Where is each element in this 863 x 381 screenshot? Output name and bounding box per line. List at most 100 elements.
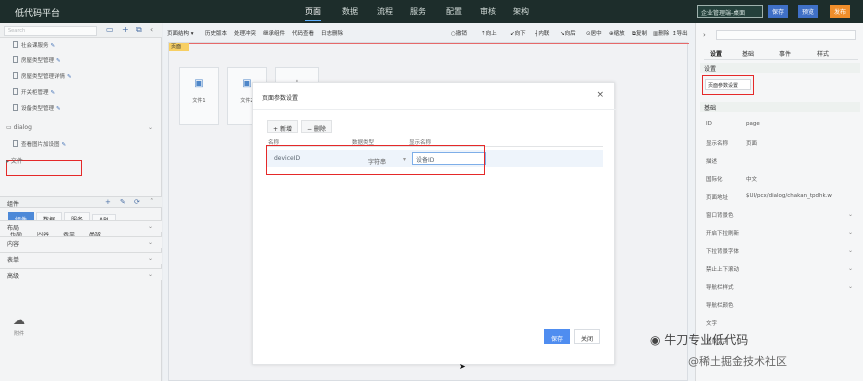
- settings-section[interactable]: 设置: [700, 63, 860, 73]
- prop-label: 文字: [706, 321, 718, 327]
- app-title: 低代码平台: [15, 9, 61, 19]
- dialog-footer: 保存 关闭: [540, 329, 600, 344]
- toolbar-back[interactable]: ↘向后: [560, 29, 576, 37]
- toolbar-delete[interactable]: ▥删除: [653, 29, 669, 37]
- toolbar-up[interactable]: ⇡向上: [481, 29, 497, 37]
- chevron-right-icon[interactable]: ›: [703, 31, 706, 39]
- prop-label: 窗口背景色: [706, 213, 734, 219]
- chevron-down-icon[interactable]: ⌄: [148, 124, 153, 131]
- close-button[interactable]: 关闭: [574, 329, 600, 344]
- tree-item[interactable]: 设备类型管理 ✎: [13, 104, 61, 115]
- right-panel: › 设置 基础 事件 样式 设置 页面参数设置 基础 ID page 显示名称 页面描…: [695, 23, 863, 381]
- refresh-icon[interactable]: ⟳: [134, 198, 140, 206]
- tab-settings[interactable]: 设置: [710, 49, 722, 58]
- plus-icon: +: [273, 126, 280, 133]
- file-icon: [13, 41, 18, 48]
- section-form[interactable]: 表单 ⌄: [0, 252, 162, 264]
- nav-process[interactable]: 流程: [377, 6, 393, 17]
- tree-item-selected[interactable]: 查看图片加设图 ✎: [13, 140, 66, 151]
- toolbar-center[interactable]: ⊙居中: [586, 29, 602, 37]
- add-button[interactable]: + 新增: [267, 120, 298, 133]
- tab-style[interactable]: 样式: [817, 49, 829, 58]
- page-tag: 页面: [169, 43, 189, 51]
- tab-base[interactable]: 基础: [742, 49, 754, 58]
- page-params-dialog: 页面参数设置 × + 新增 − 删除 名称 数据类型 显示名称 deviceID …: [252, 82, 616, 365]
- edit-icon[interactable]: ✎: [67, 74, 72, 80]
- prop-label: 页面地址: [706, 195, 729, 201]
- close-icon[interactable]: ×: [596, 90, 604, 100]
- prop-label: 导航栏颜色: [706, 303, 734, 309]
- designer-area: 页面结构 ▾ 历史版本 处理冲突 继承组件 代码查看 日志删除 ○撤销 ⇡向上 …: [163, 23, 695, 381]
- nav-config[interactable]: 配置: [446, 6, 462, 17]
- prop-label: 开启下拉刷新: [706, 231, 740, 237]
- folder-icon[interactable]: ▭: [106, 25, 114, 34]
- toolbar-inherit[interactable]: 继承组件: [263, 29, 285, 37]
- section-content[interactable]: 内容 ⌄: [0, 236, 162, 248]
- dialog-actions: + 新增 − 删除: [267, 120, 335, 133]
- prop-label: 禁止上下滚动: [706, 267, 740, 273]
- toolbar-copy[interactable]: ⧉复制: [632, 29, 647, 38]
- folder-dialog[interactable]: ▭ dialog: [6, 124, 32, 131]
- nav-arch[interactable]: 架构: [513, 6, 529, 17]
- prop-value[interactable]: 页面: [746, 139, 757, 147]
- edit-icon[interactable]: ✎: [56, 106, 61, 112]
- chevron-down-icon[interactable]: ⌄: [848, 283, 853, 290]
- toolbar-log[interactable]: 日志删除: [321, 29, 343, 37]
- edit-icon[interactable]: ✎: [51, 43, 56, 49]
- toolbar-inline[interactable]: ┤内联: [535, 29, 549, 37]
- chevron-down-icon[interactable]: ⌄: [848, 247, 853, 254]
- save-top-button[interactable]: 保存: [768, 5, 789, 18]
- chevron-down-icon[interactable]: ⌄: [848, 229, 853, 236]
- prop-value[interactable]: page: [746, 121, 760, 127]
- tree-item[interactable]: 房屋类型管理 ✎: [13, 56, 61, 67]
- property-search-input[interactable]: [716, 30, 856, 40]
- collapse-icon[interactable]: ‹: [150, 25, 153, 34]
- nav-page[interactable]: 页面: [305, 6, 321, 21]
- save-button[interactable]: 保存: [544, 329, 570, 344]
- tab-events[interactable]: 事件: [779, 49, 791, 58]
- nav-audit[interactable]: 审核: [480, 6, 496, 17]
- watermark-logo: ◉ 牛刀专业低代码: [650, 333, 749, 347]
- preview-top-button[interactable]: 预览: [798, 5, 819, 18]
- delete-button[interactable]: − 删除: [300, 120, 332, 133]
- toolbar-code[interactable]: 代码查看: [292, 29, 314, 37]
- tree-item[interactable]: 开关柜管理 ✎: [13, 88, 55, 99]
- left-tools: Search ▭ + ⧉ ‹: [0, 23, 162, 38]
- add-icon[interactable]: +: [105, 198, 111, 206]
- edit-icon[interactable]: ✎: [56, 58, 61, 64]
- chevron-up-icon[interactable]: ˆ: [150, 198, 154, 206]
- file-tile[interactable]: ▣ 文件1: [179, 67, 219, 125]
- base-section[interactable]: 基础: [700, 102, 860, 112]
- top-bar: 低代码平台 页面 数据 流程 服务 配置 审核 架构 企业管理端-桌面 保存 预…: [0, 0, 863, 23]
- edit-icon[interactable]: ✎: [51, 90, 56, 96]
- prop-value[interactable]: $UI/pcx/dialog/chakan_tpdhk.w: [746, 193, 832, 199]
- button-highlight: [702, 75, 754, 95]
- toolbar-undo[interactable]: ○撤销: [451, 29, 467, 37]
- nav-service[interactable]: 服务: [410, 6, 426, 17]
- prop-label: ID: [706, 121, 712, 127]
- toolbar-history[interactable]: 历史版本: [205, 29, 227, 37]
- search-input[interactable]: Search: [4, 26, 97, 36]
- env-selector[interactable]: 企业管理端-桌面: [697, 5, 763, 18]
- section-layout[interactable]: 布局 ⌄: [0, 220, 162, 232]
- upload-cloud-icon[interactable]: ☁: [13, 313, 25, 327]
- publish-top-button[interactable]: 发布: [830, 5, 851, 18]
- toolbar-export[interactable]: ↥导出: [672, 29, 688, 37]
- tree-item[interactable]: 社会课服务 ✎: [13, 41, 55, 52]
- prop-value[interactable]: 中文: [746, 175, 757, 183]
- nav-data[interactable]: 数据: [342, 6, 358, 17]
- chevron-down-icon[interactable]: ⌄: [848, 265, 853, 272]
- folder-file[interactable]: ▸ 文件: [6, 156, 23, 165]
- toolbar-zoom[interactable]: ⊕缩放: [609, 29, 625, 37]
- edit-icon[interactable]: ✎: [62, 142, 67, 148]
- minus-icon: −: [306, 126, 314, 133]
- pin-icon[interactable]: ✎: [120, 198, 126, 206]
- chevron-down-icon[interactable]: ⌄: [848, 211, 853, 218]
- toolbar-conflict[interactable]: 处理冲突: [234, 29, 256, 37]
- copy-icon[interactable]: ⧉: [136, 25, 142, 35]
- add-icon[interactable]: +: [122, 25, 129, 34]
- toolbar-down[interactable]: ↙向下: [510, 29, 526, 37]
- tree-item[interactable]: 房屋类型管理详情 ✎: [13, 72, 72, 83]
- section-advanced[interactable]: 高级 ⌄: [0, 268, 162, 280]
- toolbar-page-structure[interactable]: 页面结构 ▾: [167, 29, 194, 37]
